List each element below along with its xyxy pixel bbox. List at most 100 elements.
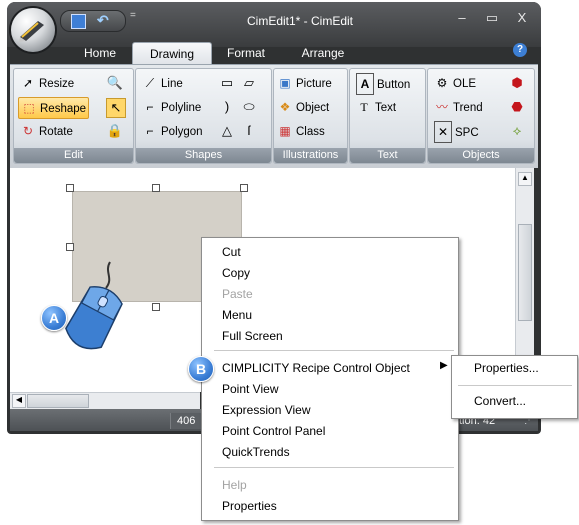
button-tool-button[interactable]: A Button bbox=[356, 73, 410, 95]
arc-icon[interactable]: ) bbox=[218, 98, 236, 116]
tab-drawing[interactable]: Drawing bbox=[132, 42, 212, 65]
window-title: CimEdit1* - CimEdit bbox=[246, 14, 354, 28]
object-button[interactable]: ❖ Object bbox=[277, 97, 330, 117]
button-icon: A bbox=[356, 73, 374, 95]
selection-handle[interactable] bbox=[152, 303, 160, 311]
submenu-item-convert[interactable]: Convert... bbox=[474, 392, 526, 410]
undo-icon[interactable]: ↶ bbox=[97, 12, 109, 29]
group-shapes: ⟋ Line ▭ ▱ ⌐ Polyline ) ⬭ ⌐ Polygon △ ſ Sha… bbox=[135, 68, 272, 164]
spc-icon: ✕ bbox=[434, 121, 452, 143]
polyline-button[interactable]: ⌐ Polyline bbox=[142, 97, 201, 117]
close-button[interactable]: X bbox=[512, 10, 532, 25]
polyline-icon: ⌐ bbox=[146, 100, 154, 114]
group-edit-label: Edit bbox=[14, 148, 133, 163]
group-illustrations-label: Illustrations bbox=[274, 148, 347, 163]
container-icon[interactable]: ⟡ bbox=[508, 122, 526, 140]
alarm-viewer-icon[interactable]: ⬣ bbox=[508, 98, 526, 116]
quick-access-toolbar: ↶ bbox=[60, 10, 126, 32]
reshape-button[interactable]: ⬚ Reshape bbox=[18, 97, 90, 119]
polygon-button[interactable]: ⌐ Polygon bbox=[142, 121, 203, 141]
tab-format[interactable]: Format bbox=[214, 42, 278, 64]
reshape-icon: ⬚ bbox=[23, 101, 35, 115]
vertical-scroll-thumb[interactable] bbox=[518, 224, 532, 321]
group-objects: ⚙ OLE ⬢ 〰 Trend ⬣ ✕ SPC ⟡ Objects bbox=[427, 68, 535, 164]
group-text-label: Text bbox=[350, 148, 425, 163]
ellipse-icon[interactable]: ⬭ bbox=[240, 98, 258, 116]
menu-item-cimplicity-recipe-control-object[interactable]: CIMPLICITY Recipe Control Object bbox=[222, 359, 410, 377]
group-text: A Button T Text Text bbox=[349, 68, 426, 164]
submenu-separator bbox=[458, 385, 572, 386]
object-label: Object bbox=[296, 102, 330, 114]
parallelogram-icon[interactable]: ▱ bbox=[240, 74, 258, 92]
scroll-left-icon[interactable]: ◀ bbox=[12, 394, 26, 408]
menu-item-cut[interactable]: Cut bbox=[222, 243, 241, 261]
application-menu-button[interactable] bbox=[11, 8, 55, 52]
trend-button[interactable]: 〰 Trend bbox=[434, 97, 483, 117]
resize-button[interactable]: ➚ Resize bbox=[20, 73, 74, 93]
text-icon: T bbox=[360, 100, 368, 114]
ole-icon: ⚙ bbox=[436, 76, 448, 90]
selection-handle[interactable] bbox=[240, 184, 248, 192]
menu-item-help[interactable]: Help bbox=[222, 476, 247, 494]
line-button[interactable]: ⟋ Line bbox=[142, 73, 183, 93]
alarm-icon[interactable]: ⬢ bbox=[508, 74, 526, 92]
picture-label: Picture bbox=[296, 78, 332, 90]
horizontal-scroll-thumb[interactable] bbox=[27, 394, 89, 408]
minimize-button[interactable]: – bbox=[452, 10, 472, 25]
menu-item-point-view[interactable]: Point View bbox=[222, 380, 278, 398]
menu-item-copy[interactable]: Copy bbox=[222, 264, 250, 282]
rotate-label: Rotate bbox=[39, 126, 73, 138]
menu-item-menu[interactable]: Menu bbox=[222, 306, 252, 324]
callout-a: A bbox=[41, 305, 67, 331]
picture-icon: ▣ bbox=[279, 76, 291, 90]
menu-separator bbox=[214, 467, 454, 468]
submenu-arrow-icon: ▶ bbox=[440, 360, 448, 371]
class-label: Class bbox=[296, 126, 325, 138]
object-icon: ❖ bbox=[279, 100, 291, 114]
menu-item-point-control-panel[interactable]: Point Control Panel bbox=[222, 422, 325, 440]
maximize-button[interactable]: ▭ bbox=[482, 10, 502, 26]
trend-label: Trend bbox=[453, 102, 483, 114]
menu-item-properties[interactable]: Properties bbox=[222, 497, 277, 515]
menu-item-expression-view[interactable]: Expression View bbox=[222, 401, 311, 419]
text-tool-button[interactable]: T Text bbox=[356, 97, 396, 117]
rectangle-icon[interactable]: ▭ bbox=[218, 74, 236, 92]
picture-button[interactable]: ▣ Picture bbox=[277, 73, 332, 93]
polygon-icon: ⌐ bbox=[146, 124, 154, 138]
submenu-item-properties[interactable]: Properties... bbox=[474, 359, 539, 377]
line-label: Line bbox=[161, 78, 183, 90]
scroll-up-icon[interactable]: ▲ bbox=[518, 172, 532, 186]
ole-label: OLE bbox=[453, 78, 477, 90]
select-tool-icon[interactable]: ↖ bbox=[106, 98, 126, 118]
tab-home[interactable]: Home bbox=[70, 42, 130, 64]
arrow-pointer-icon: ➚ bbox=[22, 76, 34, 90]
spc-label: SPC bbox=[455, 127, 479, 139]
zoom-icon[interactable]: 🔍 bbox=[106, 74, 124, 92]
class-button[interactable]: ▦ Class bbox=[277, 121, 325, 141]
pen-icon bbox=[19, 21, 44, 42]
customize-toolbar-icon[interactable]: = bbox=[130, 10, 136, 21]
triangle-icon[interactable]: △ bbox=[218, 122, 236, 140]
group-edit: ➚ Resize 🔍 ⬚ Reshape ↖ ↻ Rotate 🔒 Edit bbox=[13, 68, 134, 164]
menu-item-paste[interactable]: Paste bbox=[222, 285, 253, 303]
selection-handle[interactable] bbox=[66, 243, 74, 251]
lock-icon[interactable]: 🔒 bbox=[106, 122, 124, 140]
line-icon: ⟋ bbox=[145, 76, 155, 90]
polygon-label: Polygon bbox=[161, 126, 203, 138]
group-illustrations: ▣ Picture ❖ Object ▦ Class Illustrations bbox=[273, 68, 348, 164]
rotate-icon: ↻ bbox=[22, 124, 34, 138]
class-icon: ▦ bbox=[279, 124, 291, 138]
trend-icon: 〰 bbox=[435, 100, 448, 114]
pipe-icon[interactable]: ſ bbox=[240, 122, 258, 140]
tab-arrange[interactable]: Arrange bbox=[288, 42, 358, 64]
ole-button[interactable]: ⚙ OLE bbox=[434, 73, 476, 93]
resize-label: Resize bbox=[39, 78, 75, 90]
selection-handle[interactable] bbox=[152, 184, 160, 192]
selection-handle[interactable] bbox=[66, 184, 74, 192]
help-icon[interactable]: ? bbox=[513, 43, 527, 57]
menu-item-quicktrends[interactable]: QuickTrends bbox=[222, 443, 290, 461]
menu-item-full-screen[interactable]: Full Screen bbox=[222, 327, 283, 345]
spc-button[interactable]: ✕ SPC bbox=[434, 121, 479, 143]
save-icon[interactable] bbox=[71, 14, 86, 29]
rotate-button[interactable]: ↻ Rotate bbox=[20, 121, 73, 141]
